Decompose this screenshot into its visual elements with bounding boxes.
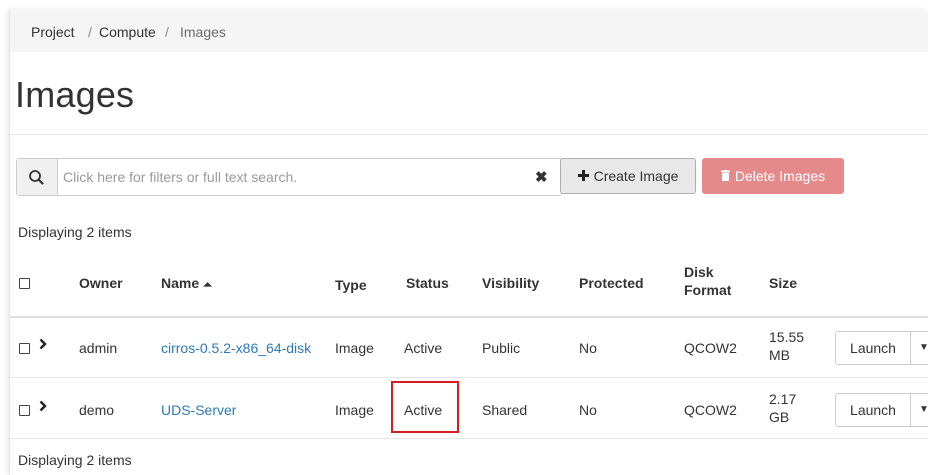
row-visibility: Public xyxy=(482,340,521,356)
column-disk-format-line1: Disk xyxy=(684,264,714,280)
sort-ascending-icon: ⏶ xyxy=(203,279,212,291)
column-protected[interactable]: Protected xyxy=(579,274,644,292)
search-addon[interactable] xyxy=(17,159,58,195)
row-protected: No xyxy=(579,340,597,356)
row-checkbox[interactable] xyxy=(19,405,30,416)
create-image-label: Create Image xyxy=(593,168,679,184)
column-name-label: Name xyxy=(161,275,200,291)
delete-images-label: Delete Images xyxy=(734,168,826,184)
breadcrumb-separator: / xyxy=(165,24,169,40)
plus-icon xyxy=(577,168,589,184)
row-divider xyxy=(10,438,928,439)
row-status: Active xyxy=(404,340,443,356)
launch-dropdown-toggle[interactable]: ▼ xyxy=(910,393,928,427)
select-all-checkbox[interactable] xyxy=(19,278,30,289)
chevron-right-icon[interactable] xyxy=(39,337,47,354)
column-status[interactable]: Status xyxy=(406,274,449,292)
row-disk-format: QCOW2 xyxy=(684,402,737,418)
row-type: Image xyxy=(335,340,374,356)
content-panel: Project / Compute / Images Images ✖ Crea… xyxy=(9,10,928,475)
chevron-right-icon[interactable] xyxy=(39,399,47,416)
breadcrumb-project[interactable]: Project xyxy=(31,24,75,40)
row-owner: demo xyxy=(79,402,115,418)
breadcrumb: Project / Compute / Images xyxy=(10,10,928,52)
launch-dropdown-toggle[interactable]: ▼ xyxy=(910,331,928,365)
column-owner[interactable]: Owner xyxy=(79,274,123,292)
row-checkbox[interactable] xyxy=(19,343,30,354)
search-icon xyxy=(29,170,44,185)
item-count-bottom: Displaying 2 items xyxy=(18,452,132,468)
row-size-unit: GB xyxy=(769,409,790,425)
item-count-top: Displaying 2 items xyxy=(18,224,132,240)
column-disk-format-line2: Format xyxy=(684,282,732,298)
column-disk-format[interactable]: Disk Format xyxy=(684,263,731,299)
close-icon[interactable]: ✖ xyxy=(535,168,548,186)
row-protected: No xyxy=(579,402,597,418)
row-size-value: 2.17 xyxy=(769,391,797,407)
create-image-button[interactable]: Create Image xyxy=(560,158,696,194)
row-name-link[interactable]: UDS-Server xyxy=(161,401,236,419)
header-divider xyxy=(10,316,928,318)
row-visibility: Shared xyxy=(482,402,528,418)
caret-down-icon: ▼ xyxy=(919,404,928,415)
column-name[interactable]: Name ⏶ xyxy=(161,274,212,294)
row-type: Image xyxy=(335,402,374,418)
row-name-link[interactable]: cirros-0.5.2-x86_64-disk xyxy=(161,339,311,357)
row-size-unit: MB xyxy=(769,347,790,363)
page-title: Images xyxy=(15,74,135,115)
row-disk-format: QCOW2 xyxy=(684,340,737,356)
breadcrumb-compute[interactable]: Compute xyxy=(99,24,156,40)
column-type[interactable]: Type xyxy=(335,276,367,294)
search-bar: ✖ xyxy=(16,158,562,196)
search-input[interactable] xyxy=(63,159,523,195)
row-size: 2.17 GB xyxy=(769,390,796,426)
row-size-value: 15.55 xyxy=(769,329,805,345)
caret-down-icon: ▼ xyxy=(919,342,928,353)
title-divider xyxy=(10,134,928,135)
breadcrumb-separator: / xyxy=(88,24,92,40)
breadcrumb-images: Images xyxy=(180,24,226,40)
launch-button[interactable]: Launch xyxy=(835,331,911,365)
row-size: 15.55 MB xyxy=(769,328,804,364)
launch-button[interactable]: Launch xyxy=(835,393,911,427)
trash-icon xyxy=(720,168,730,184)
row-divider xyxy=(10,377,928,378)
column-visibility[interactable]: Visibility xyxy=(482,274,539,292)
row-owner: admin xyxy=(79,340,118,356)
status-highlight-box xyxy=(391,381,459,433)
column-size[interactable]: Size xyxy=(769,274,797,292)
delete-images-button[interactable]: Delete Images xyxy=(702,158,844,194)
